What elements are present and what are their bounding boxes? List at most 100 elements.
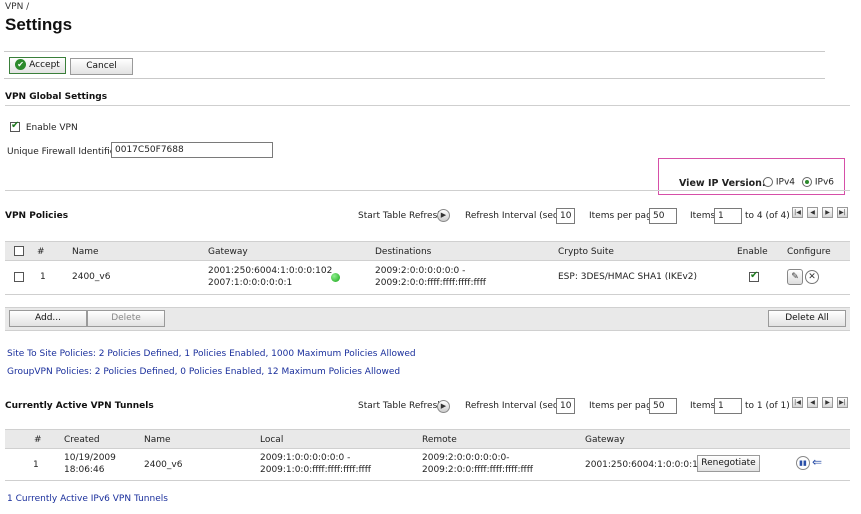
divider	[5, 480, 850, 481]
col-local: Local	[260, 435, 284, 445]
policies-items-per-page-label: Items per page	[589, 211, 658, 221]
add-button[interactable]: Add...	[9, 310, 87, 327]
delete-x-icon[interactable]: ✕	[805, 270, 819, 284]
next-page-icon[interactable]: ▶	[822, 397, 833, 408]
policies-table-header: # Name Gateway Destinations Crypto Suite…	[5, 241, 850, 261]
ipv4-option[interactable]: IPv4	[763, 177, 795, 188]
row-gateway-primary: 2001:250:6004:1:0:0:0:102	[208, 266, 333, 276]
tunnels-items-label: Items	[690, 401, 716, 411]
row-enable-checkbox[interactable]	[749, 270, 759, 282]
tunnel-gateway: 2001:250:6004:1:0:0:0:102	[585, 460, 710, 470]
enable-vpn-row: Enable VPN	[10, 120, 78, 133]
accept-button[interactable]: ✔ Accept	[9, 57, 66, 74]
last-page-icon[interactable]: ▶|	[837, 397, 848, 408]
cancel-button[interactable]: Cancel	[70, 58, 133, 75]
tunnels-refresh-interval-label: Refresh Interval (secs)	[465, 401, 567, 411]
tunnels-refresh-icon[interactable]: ▶	[437, 400, 450, 413]
check-circle-icon: ✔	[15, 59, 27, 70]
row-gateway-secondary: 2007:1:0:0:0:0:0:1	[208, 278, 293, 288]
col-name: Name	[72, 247, 99, 257]
last-page-icon[interactable]: ▶|	[837, 207, 848, 218]
global-settings-title: VPN Global Settings	[5, 92, 108, 102]
breadcrumb[interactable]: VPN /	[5, 2, 29, 12]
firewall-id-label: Unique Firewall Identifier:	[7, 147, 122, 157]
policies-refresh-interval-label: Refresh Interval (secs)	[465, 211, 567, 221]
policies-start-refresh-label: Start Table Refresh	[358, 211, 443, 221]
firewall-id-input[interactable]: 0017C50F7688	[111, 142, 273, 158]
col-configure: Configure	[787, 247, 831, 257]
tunnel-num: 1	[33, 460, 39, 470]
active-tunnels-footer: 1 Currently Active IPv6 VPN Tunnels	[7, 494, 168, 504]
ipv6-option[interactable]: IPv6	[802, 177, 834, 188]
row-destination-start: 2009:2:0:0:0:0:0:0 -	[375, 266, 466, 276]
col-num: #	[37, 247, 45, 257]
policies-items-range: to 4 (of 4)	[745, 211, 790, 221]
divider	[5, 294, 850, 295]
ipv6-radio[interactable]	[802, 177, 812, 187]
col-crypto-suite: Crypto Suite	[558, 247, 614, 257]
policies-items-label: Items	[690, 211, 716, 221]
ip-version-label: View IP Version:	[679, 178, 766, 189]
tunnel-name: 2400_v6	[144, 460, 183, 470]
groupvpn-summary: GroupVPN Policies: 2 Policies Defined, 0…	[7, 367, 401, 377]
policies-items-per-page-input[interactable]: 50	[649, 208, 677, 224]
page-title: Settings	[5, 15, 73, 34]
enable-vpn-checkbox[interactable]	[10, 120, 20, 132]
tunnels-items-range: to 1 (of 1)	[745, 401, 790, 411]
vpn-policies-title: VPN Policies	[5, 211, 69, 221]
site-to-site-summary: Site To Site Policies: 2 Policies Define…	[7, 349, 416, 359]
tunnel-created-time: 18:06:46	[64, 465, 105, 475]
prev-page-icon[interactable]: ◀	[807, 397, 818, 408]
action-toolbar: ✔ Accept Cancel	[4, 51, 825, 79]
divider	[5, 105, 850, 106]
ipv6-label: IPv6	[814, 177, 835, 188]
ipv4-radio[interactable]	[763, 177, 773, 187]
col-num: #	[34, 435, 42, 445]
renegotiate-button[interactable]: Renegotiate	[697, 455, 760, 472]
row-num: 1	[40, 272, 46, 282]
statistics-icon[interactable]: ▮▮	[796, 456, 810, 470]
tunnel-local-start: 2009:1:0:0:0:0:0:0 -	[260, 453, 351, 463]
col-name: Name	[144, 435, 171, 445]
tunnels-table-header: # Created Name Local Remote Gateway	[5, 429, 850, 449]
row-select-checkbox[interactable]	[14, 272, 24, 282]
row-crypto-suite: ESP: 3DES/HMAC SHA1 (IKEv2)	[558, 272, 698, 282]
row-destination-end: 2009:2:0:0:ffff:ffff:ffff:ffff	[375, 278, 486, 288]
tunnel-local-end: 2009:1:0:0:ffff:ffff:ffff:ffff	[260, 465, 371, 475]
table-row[interactable]: 1 2400_v6 2001:250:6004:1:0:0:0:102 2007…	[5, 262, 850, 292]
delete-button[interactable]: Delete	[87, 310, 165, 327]
status-green-icon	[331, 273, 340, 282]
tunnels-items-per-page-input[interactable]: 50	[649, 398, 677, 414]
arrow-left-icon[interactable]: ⇐	[812, 455, 822, 469]
col-gateway: Gateway	[208, 247, 248, 257]
col-gateway: Gateway	[585, 435, 625, 445]
select-all-checkbox[interactable]	[14, 246, 24, 256]
tunnel-remote-start: 2009:2:0:0:0:0:0:0-	[422, 453, 510, 463]
enable-vpn-label: Enable VPN	[25, 122, 78, 133]
policies-refresh-interval-input[interactable]: 10	[556, 208, 575, 224]
active-tunnels-title: Currently Active VPN Tunnels	[5, 401, 154, 411]
tunnels-items-input[interactable]: 1	[714, 398, 742, 414]
table-row[interactable]: 1 10/19/2009 18:06:46 2400_v6 2009:1:0:0…	[5, 450, 850, 480]
accept-label: Accept	[29, 60, 60, 70]
row-name: 2400_v6	[72, 272, 111, 282]
policies-items-input[interactable]: 1	[714, 208, 742, 224]
policies-action-bar: Add... Delete Delete All	[5, 307, 850, 331]
first-page-icon[interactable]: |◀	[792, 207, 803, 218]
col-remote: Remote	[422, 435, 457, 445]
prev-page-icon[interactable]: ◀	[807, 207, 818, 218]
tunnels-refresh-interval-input[interactable]: 10	[556, 398, 575, 414]
tunnels-items-per-page-label: Items per page	[589, 401, 658, 411]
first-page-icon[interactable]: |◀	[792, 397, 803, 408]
edit-pencil-icon[interactable]: ✎	[787, 269, 803, 285]
tunnel-remote-end: 2009:2:0:0:ffff:ffff:ffff:ffff	[422, 465, 533, 475]
policies-refresh-icon[interactable]: ▶	[437, 209, 450, 222]
next-page-icon[interactable]: ▶	[822, 207, 833, 218]
col-destinations: Destinations	[375, 247, 432, 257]
divider	[5, 190, 850, 191]
delete-all-button[interactable]: Delete All	[768, 310, 846, 327]
tunnels-start-refresh-label: Start Table Refresh	[358, 401, 443, 411]
tunnel-created-date: 10/19/2009	[64, 453, 116, 463]
col-created: Created	[64, 435, 100, 445]
ipv4-label: IPv4	[775, 177, 796, 188]
